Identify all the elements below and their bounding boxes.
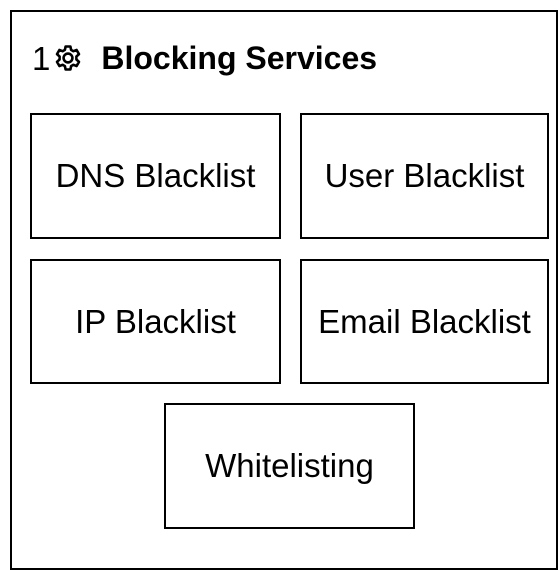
whitelisting-box: Whitelisting <box>164 403 415 529</box>
user-blacklist-box: User Blacklist <box>300 113 549 239</box>
gear-icon <box>53 43 83 73</box>
email-blacklist-box: Email Blacklist <box>300 259 549 384</box>
panel-header: 1 Blocking Services <box>32 36 377 80</box>
panel-title: Blocking Services <box>101 40 378 76</box>
ip-blacklist-box: IP Blacklist <box>30 259 281 384</box>
dns-blacklist-box: DNS Blacklist <box>30 113 281 239</box>
step-number: 1 <box>32 39 51 77</box>
